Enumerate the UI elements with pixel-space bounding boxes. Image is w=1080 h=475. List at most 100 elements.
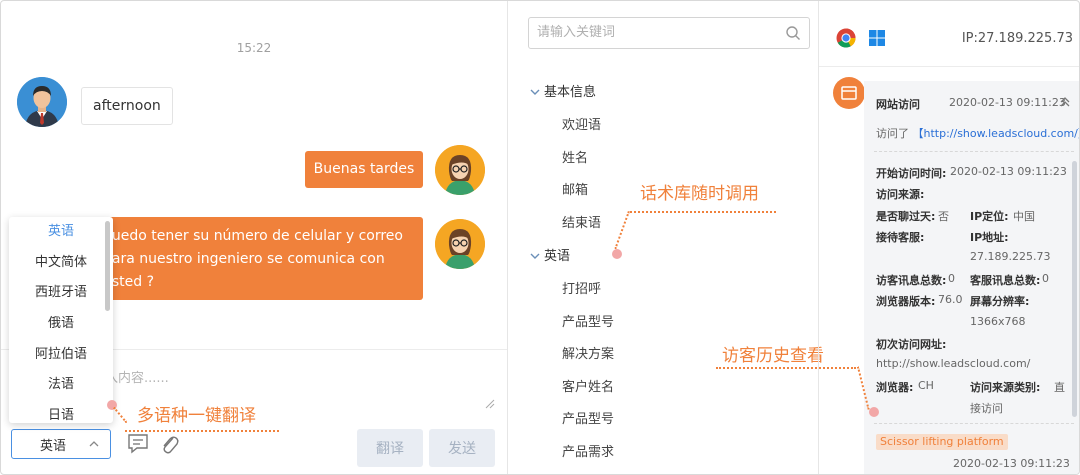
agent-avatar [435,145,485,195]
translate-button[interactable]: 翻译 [357,429,423,467]
visitor-msgs-label: 访客讯息总数: [876,274,947,287]
send-button[interactable]: 发送 [429,429,495,467]
chat-workspace: 15:22 afternoon Buenas tardes puedo tene… [0,0,1080,475]
visit-time: 2020-02-13 09:11:23 [949,96,1066,109]
card-scrollbar[interactable] [1072,161,1077,417]
library-search-input[interactable]: 请输入关键词 [528,17,810,49]
language-option[interactable]: 英语 [9,217,113,248]
resize-handle-icon[interactable] [485,399,495,409]
search-placeholder: 请输入关键词 [537,25,616,40]
library-item[interactable]: 姓名 [562,147,588,166]
attachment-icon[interactable] [158,432,180,456]
first-url-label: 初次访问网址: [876,338,947,351]
chevron-down-icon [530,89,540,95]
language-option[interactable]: 日语 [9,401,113,423]
phrase-library-pane: 请输入关键词 基本信息 欢迎语 姓名 邮箱 结束语 英语 打招呼 产品型号 解决… [508,1,856,474]
language-option[interactable]: 阿拉伯语 [9,340,113,371]
visited-page: 访问了 【http://show.leadscloud.com/】 [876,125,1080,141]
search-icon[interactable] [785,25,801,41]
card-separator [874,151,1074,152]
browser-version-value: 76.0 [938,293,963,306]
chatted-label: 是否聊过天: [876,210,936,223]
language-select[interactable]: 英语 [11,429,111,459]
language-option[interactable]: 法语 [9,370,113,401]
visit-title: 网站访问 [876,98,920,111]
incoming-message: afternoon [81,87,173,125]
message-line: para nuestro ingeniero se comunica con [103,251,385,267]
website-visit-icon [833,77,865,109]
agent-label: 接待客服: [876,231,925,244]
message-line: usted ? [103,274,155,290]
library-item[interactable]: 客户姓名 [562,376,614,395]
chevron-up-icon [89,441,99,447]
collapse-icon[interactable] [1059,97,1071,107]
agent-msgs-value: 0 [1042,272,1049,285]
visited-link[interactable]: 【http://show.leadscloud.com/】 [913,127,1080,140]
annotation-translate: 多语种一键翻译 [137,406,256,426]
card-separator [874,423,1074,424]
library-item[interactable]: 结束语 [562,212,601,231]
annotation-underline [630,211,776,213]
library-item[interactable]: 产品型号 [562,408,614,427]
library-group-english[interactable]: 英语 [530,245,570,264]
language-option[interactable]: 俄语 [9,309,113,340]
library-group-label: 基本信息 [544,85,597,100]
dropdown-scrollbar[interactable] [105,221,110,311]
visitor-info-pane: IP:27.189.225.73 网站访问 2020-02-13 09:11:2… [819,1,1080,474]
library-item[interactable]: 打招呼 [562,278,601,297]
language-dropdown: 英语 中文简体 西班牙语 俄语 阿拉伯语 法语 日语 [9,217,113,423]
browser-label: 浏览器: [876,381,914,394]
quick-reply-icon[interactable] [127,432,149,456]
resolution-value: 1366x768 [970,315,1026,328]
language-select-value: 英语 [40,438,67,454]
annotation-dot [869,407,879,417]
annotation-history: 访客历史查看 [722,346,824,366]
first-visit-time: 2020-02-13 09:11:23 [950,165,1067,178]
message-input[interactable]: 入内容...... [105,367,169,386]
library-item[interactable]: 邮箱 [562,179,588,198]
agent-msgs-label: 客服讯息总数: [970,274,1041,287]
language-option[interactable]: 西班牙语 [9,278,113,309]
ip-location-label: IP定位: [970,210,1009,223]
library-group-basic[interactable]: 基本信息 [530,81,596,100]
browser-value: CH [918,379,934,392]
keyword-tag: Scissor lifting platform [876,434,1008,450]
visitor-header: IP:27.189.225.73 [819,1,1079,67]
source-type-value: 直 [1054,381,1065,394]
ip-location-value: 中国 [1013,210,1035,223]
visited-prefix: 访问了 [876,127,909,140]
first-url-value: http://show.leadscloud.com/ [876,357,1031,370]
chevron-down-icon [530,253,540,259]
library-item[interactable]: 欢迎语 [562,114,601,133]
message-line: puedo tener su número de celular y corre… [103,228,403,244]
annotation-library: 话术库随时调用 [640,184,759,204]
visitor-avatar [17,77,67,127]
language-option[interactable]: 中文简体 [9,248,113,279]
ip-address-label: IP地址: [970,231,1009,244]
library-group-label: 英语 [544,249,571,264]
visitor-ip: IP:27.189.225.73 [961,31,1073,46]
outgoing-message-long: puedo tener su número de celular y corre… [91,217,423,300]
chatted-value: 否 [938,210,949,223]
library-item[interactable]: 解决方案 [562,343,614,362]
annotation-underline [125,430,279,432]
visitor-msgs-value: 0 [948,272,955,285]
agent-avatar [435,219,485,269]
annotation-dot [612,249,622,259]
source-type-label: 访问来源类别: [970,381,1041,394]
library-item[interactable]: 产品型号 [562,311,614,330]
annotation-leader [614,211,630,250]
resolution-label: 屏幕分辨率: [970,295,1030,308]
library-item[interactable]: 产品需求 [562,441,614,460]
windows-icon [869,30,885,46]
browser-version-label: 浏览器版本: [876,295,936,308]
ip-address-value: 27.189.225.73 [970,250,1051,263]
source-label: 访问来源: [876,188,925,201]
source-type-value-cont: 接访问 [970,402,1003,415]
first-visit-time-label: 开始访问时间: [876,167,947,180]
tag-time: 2020-02-13 09:11:23 [953,457,1070,470]
outgoing-message: Buenas tardes [305,151,423,188]
chrome-icon [836,28,856,48]
message-timestamp: 15:22 [236,41,272,55]
chat-pane: 15:22 afternoon Buenas tardes puedo tene… [1,1,507,474]
